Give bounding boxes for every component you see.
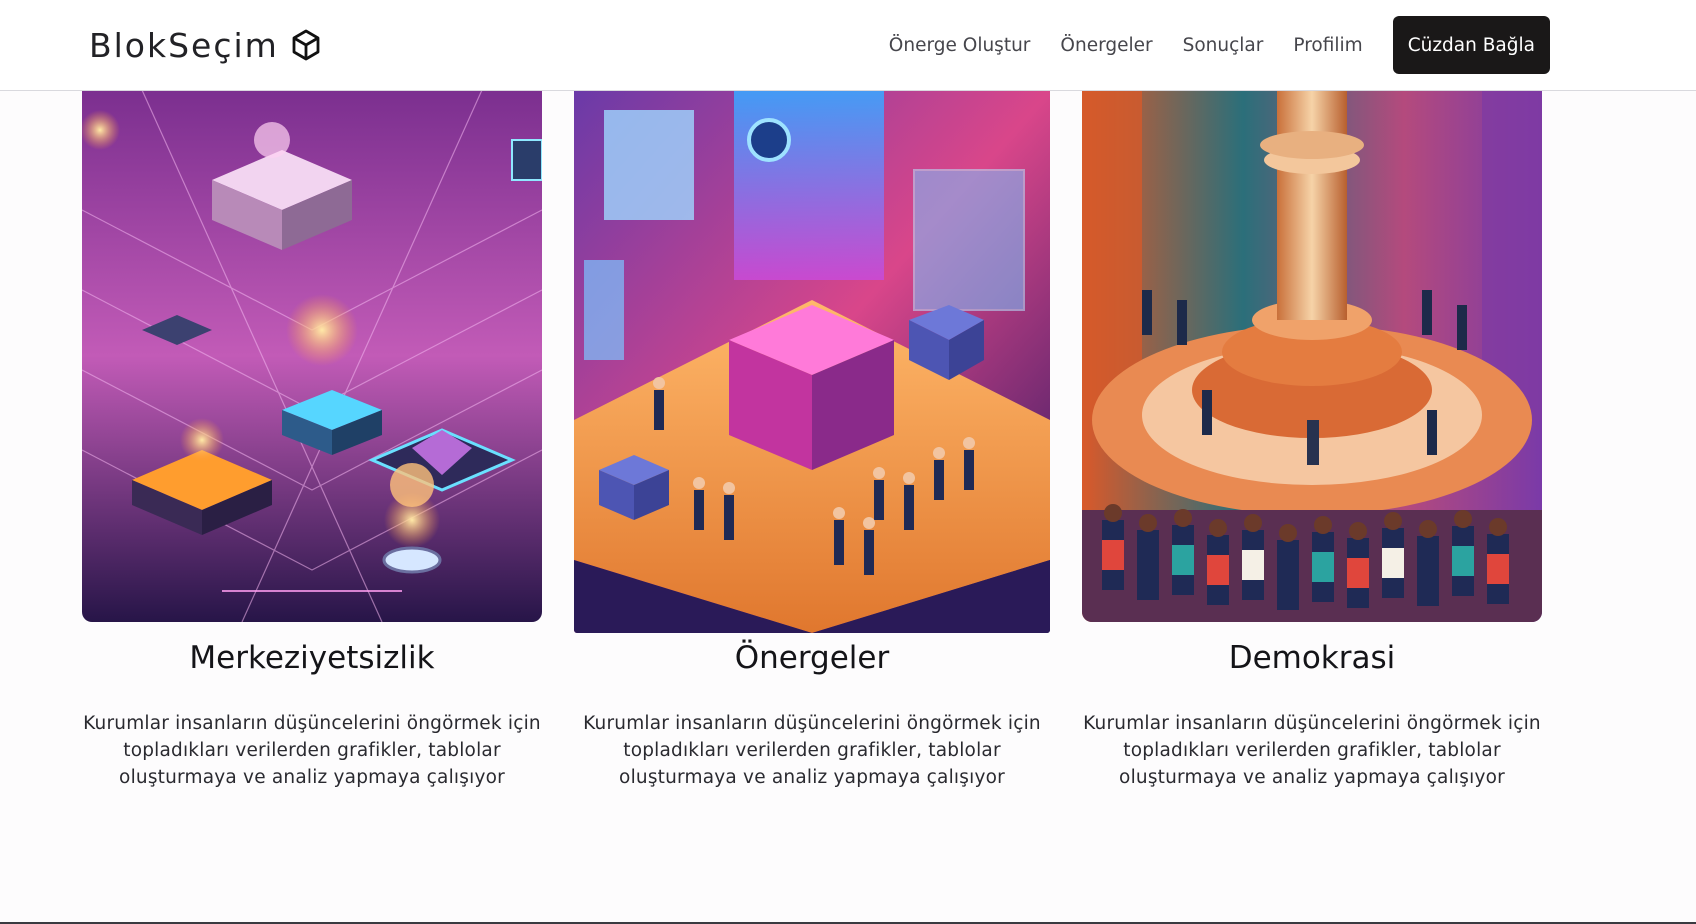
nav-proposals[interactable]: Önergeler bbox=[1060, 35, 1152, 56]
card-title: Merkeziyetsizlik bbox=[189, 640, 435, 676]
nav-results[interactable]: Sonuçlar bbox=[1183, 35, 1264, 56]
feature-card-democracy: Demokrasi Kurumlar insanların düşünceler… bbox=[1082, 90, 1542, 788]
nav-profile[interactable]: Profilim bbox=[1293, 35, 1362, 56]
card-image-digital-city bbox=[82, 90, 542, 622]
feature-card-proposals: Önergeler Kurumlar insanların düşünceler… bbox=[574, 90, 1050, 788]
top-navbar: BlokSeçim Önerge Oluştur Önergeler Sonuç… bbox=[0, 0, 1696, 91]
card-image-voting-kiosk bbox=[574, 90, 1050, 633]
card-title: Demokrasi bbox=[1228, 640, 1396, 676]
main-nav: Önerge Oluştur Önergeler Sonuçlar Profil… bbox=[889, 16, 1550, 74]
card-description: Kurumlar insanların düşüncelerini öngörm… bbox=[1083, 713, 1541, 788]
card-image-democracy-crowd bbox=[1082, 90, 1542, 622]
brand-name: BlokSeçim bbox=[89, 25, 279, 65]
connect-wallet-button[interactable]: Cüzdan Bağla bbox=[1392, 16, 1550, 74]
cube-icon bbox=[292, 29, 320, 61]
card-description: Kurumlar insanların düşüncelerini öngörm… bbox=[83, 713, 541, 788]
brand-logo[interactable]: BlokSeçim bbox=[89, 22, 321, 68]
feature-card-decentralization: Merkeziyetsizlik Kurumlar insanların düş… bbox=[82, 90, 542, 788]
card-description: Kurumlar insanların düşüncelerini öngörm… bbox=[583, 713, 1041, 788]
card-title: Önergeler bbox=[734, 640, 890, 676]
nav-create-proposal[interactable]: Önerge Oluştur bbox=[889, 35, 1031, 56]
